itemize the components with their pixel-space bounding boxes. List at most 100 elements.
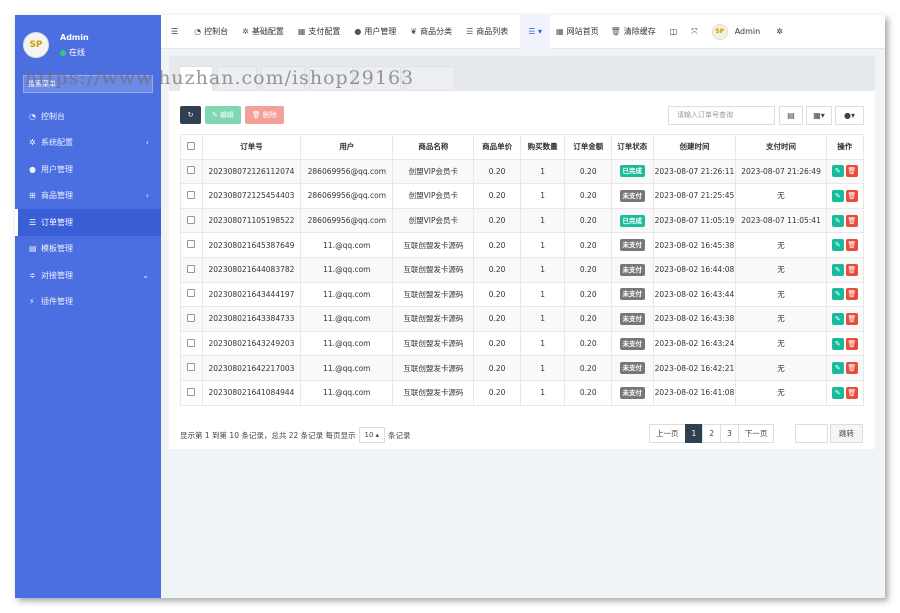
status-badge: 未支付 <box>619 189 646 202</box>
cell-created: 2023-08-07 21:26:11 <box>652 158 737 185</box>
row-delete-icon[interactable]: 🗑 <box>845 189 858 202</box>
site-home-link[interactable]: ▦ 网站首页 <box>556 26 599 37</box>
row-checkbox[interactable] <box>180 281 203 308</box>
order-search-input[interactable]: 请输入订单号查询 <box>668 106 775 125</box>
status-badge: 未支付 <box>619 362 646 375</box>
table-row[interactable]: 202308021644083782 11.@qq.com 互联创盟发卡源码 0.20… <box>180 256 865 283</box>
sidebar-item-2[interactable]: ● 用户管理 <box>15 156 161 183</box>
tab-current[interactable] <box>179 66 213 91</box>
next-page-button[interactable]: 下一页 <box>737 424 775 443</box>
table-row[interactable]: 202308071105198522 286069956@qq.com 创盟VIP会… <box>180 207 865 234</box>
caret-up-icon: ▴ <box>375 431 379 439</box>
row-checkbox[interactable] <box>180 355 203 381</box>
sidebar-item-5[interactable]: ▤ 模板管理 <box>15 236 161 263</box>
table-row[interactable]: 202308021643384733 11.@qq.com 互联创盟发卡源码 0.20… <box>180 306 865 332</box>
cell-amount: 0.20 <box>564 232 613 258</box>
cell-user: 11.@qq.com <box>300 330 394 357</box>
row-edit-icon[interactable]: ✎ <box>831 386 844 399</box>
row-edit-icon[interactable]: ✎ <box>831 239 844 252</box>
table-row[interactable]: 202308021641084944 11.@qq.com 互联创盟发卡源码 0.20… <box>180 379 865 406</box>
row-checkbox[interactable] <box>180 256 203 283</box>
row-checkbox[interactable] <box>180 232 203 258</box>
export-dropdown-icon[interactable]: ●▾ <box>835 106 864 125</box>
toggle-view-icon[interactable]: ▤ <box>779 106 803 125</box>
page-button[interactable]: 2 <box>702 424 722 443</box>
row-edit-icon[interactable]: ✎ <box>831 312 844 325</box>
top-nav-item-1[interactable]: ✲ 基础配置 <box>242 26 284 37</box>
table-row[interactable]: 202308072126112074 286069956@qq.com 创盟VIP会… <box>180 158 865 185</box>
jump-button[interactable]: 跳转 <box>830 424 863 443</box>
sidebar-item-6[interactable]: ≑ 对接管理 ⌄ <box>15 262 161 289</box>
tab-item[interactable] <box>357 66 401 91</box>
table-row[interactable]: 202308021645387649 11.@qq.com 互联创盟发卡源码 0.20… <box>180 232 865 258</box>
row-edit-icon[interactable]: ✎ <box>831 214 844 227</box>
row-edit-icon[interactable]: ✎ <box>831 165 844 178</box>
cell-status: 已完成 <box>611 207 654 234</box>
sidebar-item-0[interactable]: ◔ 控制台 <box>15 103 161 130</box>
more-dropdown[interactable]: ☰ ▾ <box>520 15 551 49</box>
refresh-button[interactable]: ↻ <box>180 106 201 124</box>
row-checkbox[interactable] <box>180 306 203 332</box>
table-row[interactable]: 202308072125454403 286069956@qq.com 创盟VIP会… <box>180 183 865 209</box>
sidebar-search-input[interactable]: 搜索菜单 <box>23 75 153 93</box>
tab-item[interactable] <box>309 66 353 91</box>
row-edit-icon[interactable]: ✎ <box>831 362 844 375</box>
row-checkbox[interactable] <box>180 330 203 357</box>
admin-menu[interactable]: SP Admin <box>711 23 760 40</box>
top-nav-item-5[interactable]: ☰ 商品列表 <box>466 26 508 37</box>
top-nav-item-3[interactable]: ● 用户管理 <box>354 26 396 37</box>
row-delete-icon[interactable]: 🗑 <box>845 312 858 325</box>
row-delete-icon[interactable]: 🗑 <box>845 165 858 178</box>
row-delete-icon[interactable]: 🗑 <box>845 239 858 252</box>
row-delete-icon[interactable]: 🗑 <box>845 263 858 276</box>
row-edit-icon[interactable]: ✎ <box>831 263 844 276</box>
template-icon: ▤ <box>29 244 37 254</box>
row-checkbox[interactable] <box>180 183 203 209</box>
prev-page-button[interactable]: 上一页 <box>649 424 686 443</box>
row-checkbox[interactable] <box>180 158 203 185</box>
row-delete-icon[interactable]: 🗑 <box>845 288 858 301</box>
page-size-select[interactable]: 10 ▴ <box>358 427 385 443</box>
sidebar-item-3[interactable]: ⊞ 商品管理 ‹ <box>15 183 161 210</box>
select-all-checkbox[interactable] <box>180 134 203 160</box>
table-row[interactable]: 202308021643444197 11.@qq.com 互联创盟发卡源码 0.20… <box>180 281 865 308</box>
fullscreen-icon[interactable]: ⤧ <box>691 27 697 37</box>
columns-dropdown-icon[interactable]: ▦▾ <box>806 106 832 125</box>
page-button[interactable]: 3 <box>720 424 739 443</box>
cell-actions: ✎ 🗑 <box>825 256 865 283</box>
page-button[interactable]: 1 <box>684 424 704 443</box>
row-delete-icon[interactable]: 🗑 <box>845 337 858 350</box>
row-edit-icon[interactable]: ✎ <box>831 189 844 202</box>
row-delete-icon[interactable]: 🗑 <box>845 362 858 375</box>
jump-page-input[interactable] <box>795 424 828 443</box>
cell-product: 互联创盟发卡源码 <box>392 355 475 381</box>
top-nav-item-2[interactable]: ▦ 支付配置 <box>298 26 341 37</box>
top-nav-item-4[interactable]: ❦ 商品分类 <box>410 26 452 37</box>
row-delete-icon[interactable]: 🗑 <box>845 214 858 227</box>
table-row[interactable]: 202308021643249203 11.@qq.com 互联创盟发卡源码 0.20… <box>180 330 865 357</box>
delete-button[interactable]: 🗑 删除 <box>244 106 284 124</box>
top-nav-item-0[interactable]: ◔ 控制台 <box>194 26 228 37</box>
cell-order: 202308021643384733 <box>201 306 302 332</box>
top-nav-label: 支付配置 <box>308 27 341 36</box>
tab-item[interactable] <box>261 66 305 91</box>
sidebar-item-4[interactable]: ☰ 订单管理 <box>15 209 161 236</box>
row-edit-icon[interactable]: ✎ <box>831 288 844 301</box>
tab-item[interactable] <box>405 66 455 91</box>
tab-item[interactable] <box>217 66 257 91</box>
row-edit-icon[interactable]: ✎ <box>831 337 844 350</box>
language-icon[interactable]: ◫ <box>670 27 678 36</box>
cell-status: 未支付 <box>611 232 654 258</box>
menu-toggle-icon[interactable]: ☰ <box>171 27 178 36</box>
settings-gear-icon[interactable]: ✲ <box>776 27 783 36</box>
cell-amount: 0.20 <box>564 355 613 381</box>
sidebar-item-7[interactable]: ⚡ 插件管理 <box>15 289 161 316</box>
status-badge: 未支付 <box>619 263 646 276</box>
clear-cache-button[interactable]: 🗑 清除缓存 <box>611 26 656 37</box>
sidebar-item-1[interactable]: ✲ 系统配置 ‹ <box>15 130 161 157</box>
row-checkbox[interactable] <box>180 207 203 234</box>
table-row[interactable]: 202308021642217003 11.@qq.com 互联创盟发卡源码 0.20… <box>180 355 865 381</box>
row-checkbox[interactable] <box>180 379 203 406</box>
edit-button[interactable]: ✎ 编辑 <box>205 106 241 124</box>
row-delete-icon[interactable]: 🗑 <box>845 386 858 399</box>
